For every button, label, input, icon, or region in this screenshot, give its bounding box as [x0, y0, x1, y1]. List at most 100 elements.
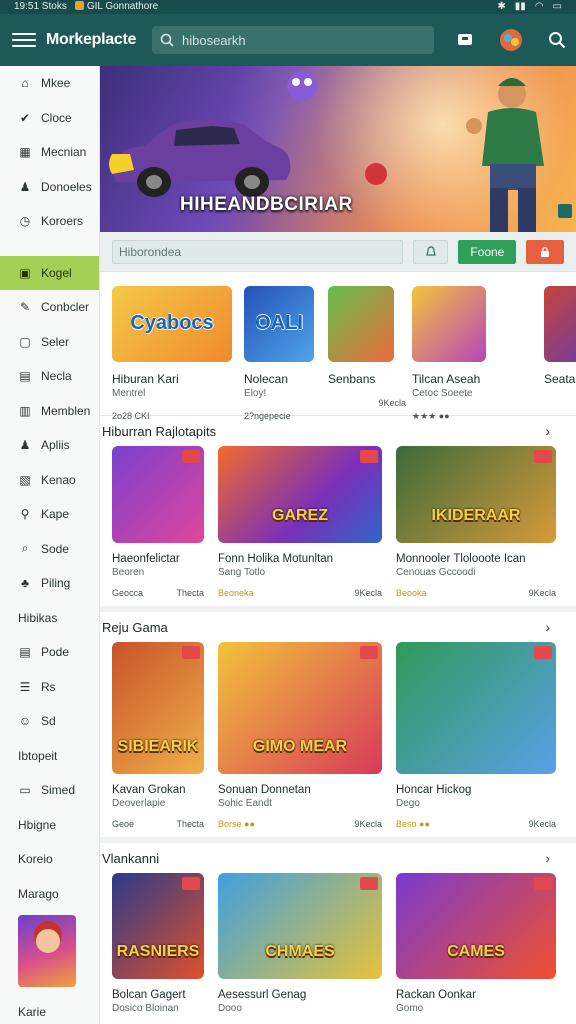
featured-card[interactable]: OALI Nolecan Eloy! 2?ngepecie	[244, 286, 322, 421]
sidebar-item[interactable]: ▤ Pode	[0, 635, 99, 670]
game-card[interactable]: GAREZ Fonn Holika Motunltan Sang Totlo Beon…	[218, 446, 382, 598]
avatar-icon[interactable]	[498, 27, 524, 53]
chevron-right-icon[interactable]: ›	[545, 619, 550, 635]
section-header[interactable]: Vlankanni ›	[100, 843, 576, 873]
featured-card[interactable]: Seatan 9lacka	[544, 286, 576, 415]
game-thumbnail[interactable]: GAREZ	[218, 446, 382, 543]
section-title: Vlankanni	[102, 850, 160, 866]
sidebar-item[interactable]: ◷ Koroers	[0, 204, 99, 239]
game-thumbnail[interactable]: Cyabocs	[112, 286, 232, 362]
game-card[interactable]: CAMES Rackan Oonkar Gomo	[396, 873, 556, 1024]
sidebar-item[interactable]: Hibikas	[0, 601, 99, 636]
sidebar-item[interactable]: ▧ Kenao	[0, 463, 99, 498]
search-icon[interactable]	[548, 31, 566, 49]
featured-card[interactable]: Tilcan Aseah Cetoc Soeete ★★★ ●●	[412, 286, 538, 421]
game-title: Monnooler Tlolooote Ican	[396, 553, 526, 565]
game-card[interactable]: RASNIERS Bolcan Gagert Dosico Bloinan	[112, 873, 204, 1024]
game-thumbnail[interactable]: CAMES	[396, 873, 556, 979]
game-card[interactable]: SIBIEARIK Kavan Grokan Deoverlapie Geoe Thec…	[112, 642, 204, 829]
new-badge	[534, 450, 552, 463]
game-thumbnail[interactable]	[544, 286, 576, 362]
chevron-right-icon[interactable]: ›	[545, 850, 550, 866]
sidebar-item[interactable]: ♣ Piling	[0, 566, 99, 601]
game-thumbnail[interactable]: SIBIEARIK	[112, 642, 204, 774]
game-thumbnail[interactable]	[112, 446, 204, 543]
featured-card[interactable]: Senbans 9Kecla	[328, 286, 406, 415]
filter-icon-button[interactable]	[412, 239, 449, 264]
sidebar-item[interactable]: ☺ Sd	[0, 704, 99, 739]
game-thumbnail[interactable]: RASNIERS	[112, 873, 204, 979]
new-badge	[182, 646, 200, 659]
new-badge	[182, 450, 200, 463]
chevron-right-icon[interactable]: ›	[545, 423, 550, 439]
primary-button[interactable]: Foone	[458, 239, 517, 264]
sidebar-item[interactable]: ♟ Apliis	[0, 428, 99, 463]
lock-button[interactable]	[526, 239, 564, 264]
meta-right: Thecta	[176, 588, 204, 598]
featured-card[interactable]: Cyabocs Hiburan Kari Mentrel 2o28 CKI	[112, 286, 238, 421]
hero-banner[interactable]: HIHEANDBCIRIAR	[100, 66, 576, 232]
meta-right: 9Kecla	[528, 588, 556, 598]
sidebar-item[interactable]: ▣ Kogel	[0, 255, 99, 290]
game-title: Honcar Hickog	[396, 784, 472, 796]
game-thumbnail[interactable]	[328, 286, 394, 362]
cart-icon[interactable]	[456, 31, 474, 49]
sidebar-item[interactable]: ✔ Cloce	[0, 101, 99, 136]
sidebar-item[interactable]: ☰ Rs	[0, 670, 99, 705]
sidebar-item[interactable]: ▤ Necla	[0, 359, 99, 394]
game-thumbnail[interactable]: OALI	[244, 286, 314, 362]
thumbnail-art-text: OALI	[255, 312, 303, 334]
game-title: Bolcan Gagert	[112, 989, 186, 1001]
sidebar-item[interactable]: Ibtopeit	[0, 739, 99, 774]
game-card[interactable]: IKIDERAAR Monnooler Tlolooote Ican Cenouas…	[396, 446, 556, 598]
game-card[interactable]: GIMO MEAR Sonuan Donnetan Sohic Eandt Borse…	[218, 642, 382, 829]
section-header[interactable]: Reju Gama ›	[100, 612, 576, 642]
sidebar-item[interactable]: ✎ Conbcler	[0, 290, 99, 325]
filter-input[interactable]	[112, 239, 403, 264]
sidebar-item[interactable]: Marago	[0, 877, 99, 912]
sidebar-item[interactable]: ⚲ Kape	[0, 497, 99, 532]
sidebar-item-label: Seler	[41, 334, 70, 349]
game-title: Seatan	[544, 372, 576, 386]
box-icon: ▢	[19, 334, 31, 349]
tree-icon: ♣	[21, 576, 29, 591]
menu-icon[interactable]	[12, 28, 36, 52]
search-bar[interactable]	[152, 26, 434, 54]
game-thumbnail[interactable]: GIMO MEAR	[218, 642, 382, 774]
sidebar-item[interactable]: Karie	[0, 995, 99, 1024]
content-section: Hiburran Rajlotapits › Haeonfelictar Beoren…	[100, 416, 576, 612]
game-meta: 2o28 CKI	[112, 411, 238, 421]
sidebar-item[interactable]: ▢ Seler	[0, 325, 99, 360]
game-thumbnail[interactable]	[412, 286, 486, 362]
content-section: Reju Gama › SIBIEARIK Kavan Grokan Deoverlap…	[100, 612, 576, 843]
game-thumbnail[interactable]: IKIDERAAR	[396, 446, 556, 543]
sidebar-item[interactable]: ♟ Donoeles	[0, 170, 99, 205]
sidebar-item[interactable]: ▦ Mecnian	[0, 135, 99, 170]
game-card[interactable]: Honcar Hickog Dego Beso ●● 9Kecla	[396, 642, 556, 829]
sidebar-item[interactable]: ▥ Memblen	[0, 394, 99, 429]
main-content: HIHEANDBCIRIAR Foone Cyabocs Hiburan Kari…	[100, 66, 576, 1024]
sidebar-item[interactable]: ⌂ Mkee	[0, 66, 99, 101]
sidebar-item-label: Sode	[41, 541, 70, 556]
edit-icon: ✎	[19, 300, 31, 315]
game-card[interactable]: CHMAES Aesessurl Genag Dooo	[218, 873, 382, 1024]
featured-carousel: Cyabocs Hiburan Kari Mentrel 2o28 CKI OALI No…	[100, 272, 576, 421]
game-thumbnail[interactable]	[396, 642, 556, 774]
search-input[interactable]	[182, 32, 412, 48]
sidebar-item[interactable]: ▭ Simed	[0, 773, 99, 808]
game-subtitle: Dego	[396, 798, 420, 809]
sidebar-item[interactable]: ⌕ Sode	[0, 532, 99, 567]
game-thumbnail[interactable]: CHMAES	[218, 873, 382, 979]
game-card[interactable]: Haeonfelictar Beoren Geocca Thecta	[112, 446, 204, 598]
hero-badge[interactable]	[558, 204, 572, 218]
gem-icon	[365, 163, 387, 185]
card-row: Haeonfelictar Beoren Geocca Thecta GAREZ Fonn…	[100, 446, 576, 598]
sidebar-thumbnail[interactable]	[18, 915, 76, 987]
meta-left: Beoneka	[218, 588, 254, 598]
sidebar-item[interactable]: Hbigne	[0, 808, 99, 843]
sidebar-item[interactable]: Koreio	[0, 842, 99, 877]
list-icon: ☰	[19, 679, 31, 694]
bluetooth-icon: ✱	[497, 1, 506, 12]
meta-left: ★★★ ●●	[412, 411, 450, 421]
game-subtitle: Deoverlapie	[112, 798, 166, 809]
